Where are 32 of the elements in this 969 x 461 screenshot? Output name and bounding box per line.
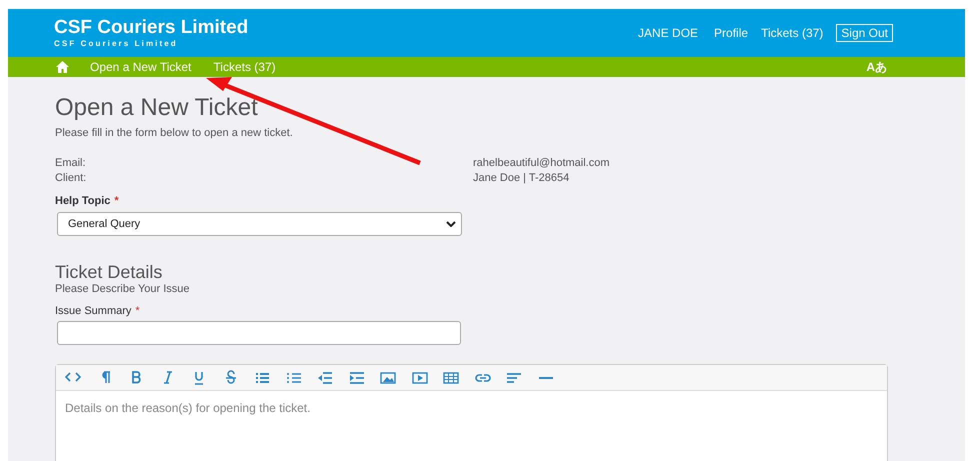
info-value: Jane Doe | T-28654 (473, 171, 570, 186)
required-mark: * (135, 305, 140, 317)
info-label: Client: (55, 171, 88, 186)
page-title: Open a New Ticket (55, 93, 259, 121)
site-subtitle: CSF Couriers Limited (54, 39, 179, 49)
field-label: Issue Summary (55, 305, 132, 317)
user-name: JANE DOE (638, 26, 698, 40)
required-mark: * (114, 195, 119, 207)
intro-text: Please fill in the form below to open a new ticket. (55, 127, 294, 139)
issue-summary-field[interactable] (57, 321, 461, 345)
image-icon[interactable] (380, 370, 396, 386)
header-link[interactable]: Profile (714, 26, 748, 40)
editor-placeholder: Details on the reason(s) for opening the ticket. (64, 400, 312, 415)
field-label: Help Topic (55, 195, 110, 207)
info-value: rahelbeautiful@hotmail.com (473, 156, 611, 171)
sign-out-button[interactable]: Sign Out (836, 24, 893, 42)
table-icon[interactable] (443, 370, 459, 386)
info-label: Email: (55, 156, 87, 171)
indent-icon[interactable] (348, 370, 364, 386)
section-subtitle: Please Describe Your Issue (55, 283, 191, 295)
nav-link[interactable]: Open a New Ticket (90, 60, 192, 74)
header-link[interactable]: Tickets (37) (761, 26, 824, 40)
video-icon[interactable] (412, 370, 428, 386)
home-icon[interactable] (56, 61, 69, 73)
section-title: Ticket Details (55, 262, 164, 282)
nav-link[interactable]: Tickets (37) (213, 60, 276, 74)
rich-text-editor[interactable]: Details on the reason(s) for opening the ticket. (55, 364, 888, 461)
chevron-down-icon (446, 221, 456, 227)
outdent-icon[interactable] (317, 370, 333, 386)
language-button[interactable]: Aあ (866, 58, 887, 76)
site-title: CSF Couriers Limited (54, 17, 248, 39)
help-topic-select[interactable]: General Query (57, 212, 462, 236)
